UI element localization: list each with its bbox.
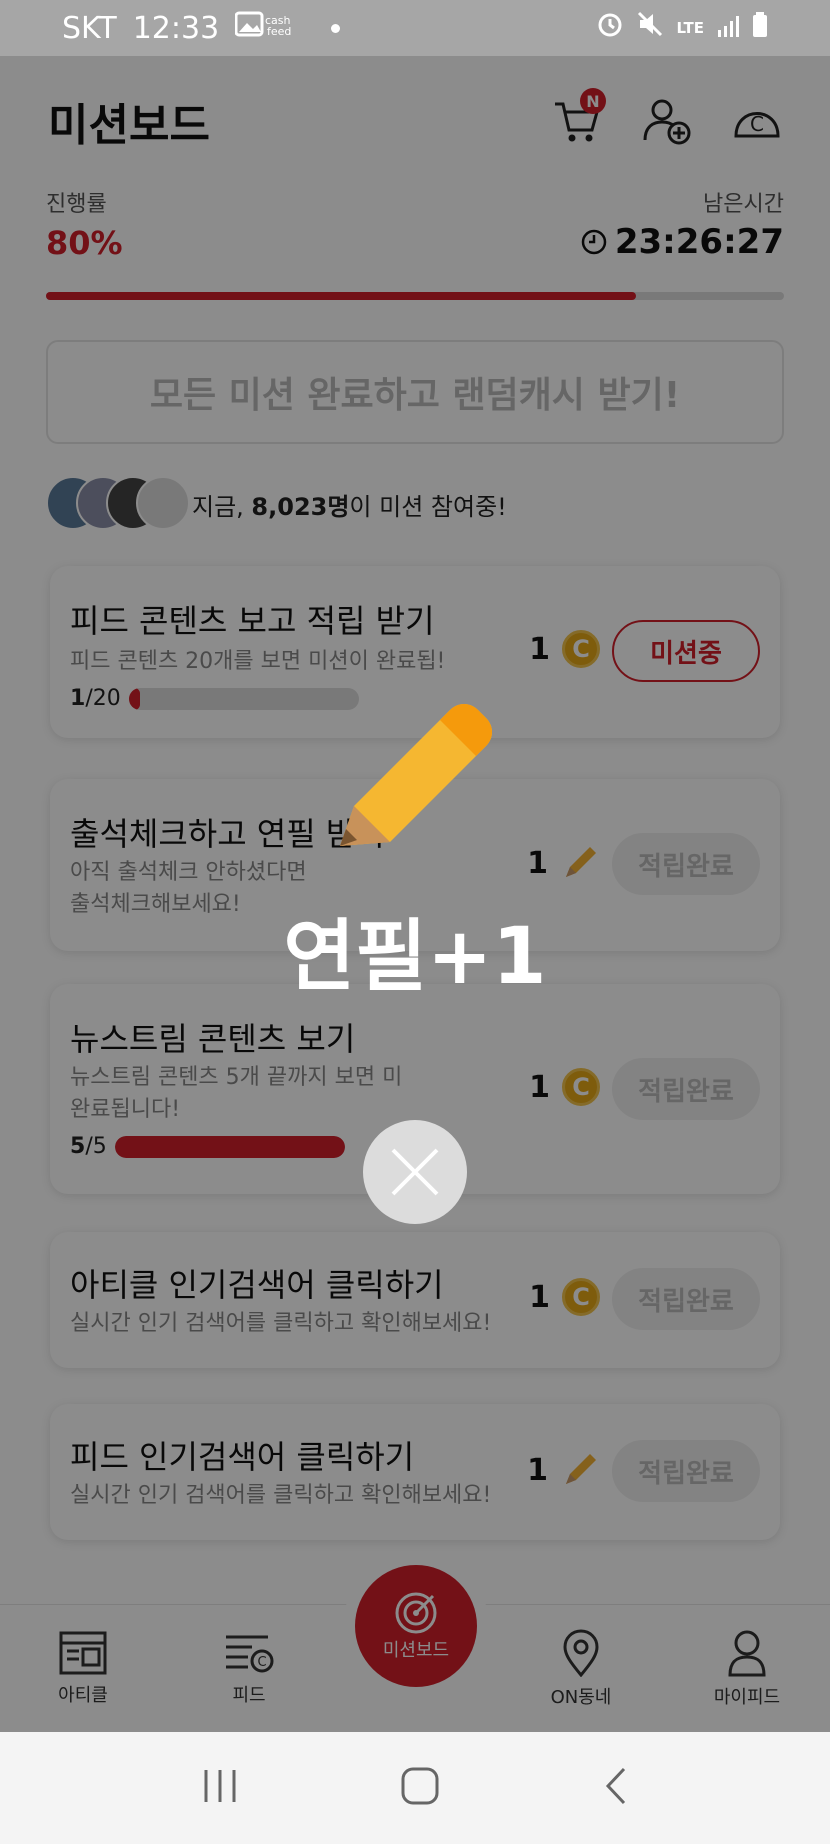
- mute-icon: [636, 10, 664, 46]
- home-button[interactable]: [400, 1766, 440, 1810]
- alarm-icon: [596, 10, 624, 46]
- recent-apps-button[interactable]: [200, 1768, 240, 1808]
- close-button[interactable]: [363, 1120, 467, 1224]
- back-button[interactable]: [600, 1766, 630, 1810]
- lte-icon: LTE: [676, 19, 704, 37]
- gallery-notification-icon: cash feed: [234, 10, 295, 46]
- dot-icon: [331, 23, 341, 33]
- pencil-icon: [340, 704, 492, 846]
- home-icon: [401, 1767, 439, 1805]
- recent-apps-icon: [204, 1770, 236, 1802]
- reward-overlay[interactable]: 연필+1: [0, 56, 830, 1732]
- svg-text:feed: feed: [267, 25, 291, 38]
- battery-icon: [752, 11, 768, 46]
- system-nav-bar: [0, 1732, 830, 1844]
- status-bar: SKT 12:33 cash feed LTE: [0, 0, 830, 56]
- clock: 12:33: [132, 10, 220, 46]
- signal-icon: [716, 11, 740, 46]
- back-icon: [605, 1767, 626, 1805]
- reward-text: 연필+1: [283, 912, 547, 1002]
- carrier-label: SKT: [62, 10, 117, 46]
- close-icon: [391, 1148, 439, 1196]
